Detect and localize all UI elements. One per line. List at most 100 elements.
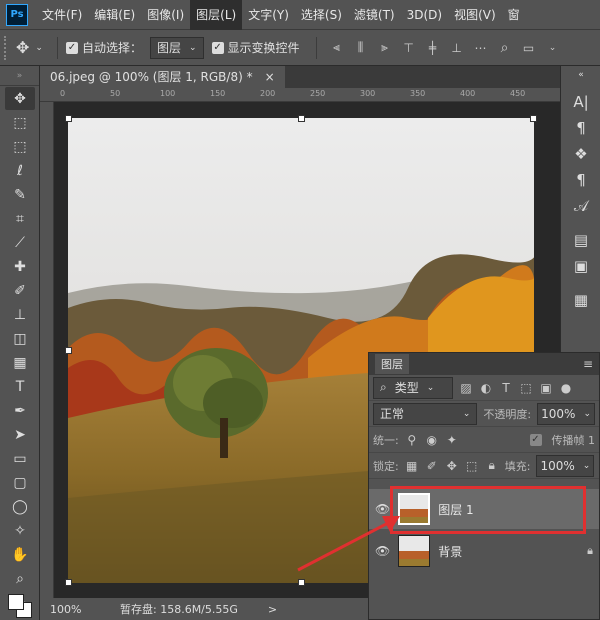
horizontal-ruler[interactable]: 0 50 100 150 200 250 300 350 400 450: [40, 88, 560, 102]
blend-mode-dropdown[interactable]: 正常 ⌄: [373, 402, 478, 425]
menu-edit[interactable]: 编辑(E): [88, 0, 141, 30]
foreground-color-swatch[interactable]: [8, 594, 24, 610]
align-center-icon[interactable]: ⫼: [354, 40, 368, 55]
layers-tab[interactable]: 图层: [375, 354, 409, 374]
propagate-label: 传播帧 1: [551, 433, 596, 447]
panel-menu-icon[interactable]: ≡: [583, 357, 593, 371]
swatches-panel-icon[interactable]: ❖: [566, 142, 596, 166]
zoom-level[interactable]: 100%: [50, 603, 100, 616]
filter-toggle-icon[interactable]: ●: [559, 381, 573, 395]
auto-select-value: 图层: [156, 41, 181, 55]
status-menu-arrow[interactable]: >: [268, 603, 277, 616]
layer-name[interactable]: 背景: [438, 543, 462, 560]
opacity-field[interactable]: 100% ⌄: [537, 402, 595, 425]
menu-select[interactable]: 选择(S): [295, 0, 348, 30]
close-icon[interactable]: ×: [265, 66, 275, 88]
chevron-down-icon[interactable]: ⌄: [35, 43, 43, 53]
unify-style-icon[interactable]: ✦: [445, 433, 459, 447]
gradient-tool-icon[interactable]: ▦: [5, 351, 35, 374]
lasso-tool-icon[interactable]: ℓ: [5, 159, 35, 182]
artboard-tool-icon[interactable]: ⬚: [5, 111, 35, 134]
filter-adjust-icon[interactable]: ◐: [479, 381, 493, 395]
align-right-icon[interactable]: ⫸: [378, 40, 392, 55]
chevron-down-icon[interactable]: ⌄: [546, 41, 560, 55]
zoom-tool-icon[interactable]: ⌕: [5, 567, 35, 590]
auto-select-dropdown[interactable]: 图层 ⌄: [149, 36, 204, 59]
path-select-tool-icon[interactable]: ➤: [5, 423, 35, 446]
menu-image[interactable]: 图像(I): [141, 0, 190, 30]
menu-3d[interactable]: 3D(D): [401, 0, 448, 30]
more-align-icon[interactable]: ⋯: [474, 41, 488, 55]
lock-icon[interactable]: 🔒︎: [587, 544, 593, 558]
transform-handle-left[interactable]: [65, 347, 72, 354]
highlight-box: [390, 486, 586, 534]
stamp-tool-icon[interactable]: ⊥: [5, 303, 35, 326]
character-panel-icon[interactable]: A|: [566, 90, 596, 114]
transform-handle-top-left[interactable]: [65, 115, 72, 122]
auto-select-checkbox[interactable]: ✓: [65, 41, 78, 54]
pen-tool-icon[interactable]: ✒: [5, 399, 35, 422]
unify-visibility-icon[interactable]: ◉: [425, 433, 439, 447]
transform-handle-bottom[interactable]: [298, 579, 305, 586]
healing-brush-tool-icon[interactable]: ✚: [5, 255, 35, 278]
filter-pixel-icon[interactable]: ▨: [459, 381, 473, 395]
filter-shape-icon[interactable]: ⬚: [519, 381, 533, 395]
crop-tool-icon[interactable]: ⌗: [5, 207, 35, 230]
align-middle-icon[interactable]: ╪: [426, 41, 440, 55]
marquee-tool-icon[interactable]: ⬚: [5, 135, 35, 158]
move-tool-icon[interactable]: ✥: [16, 38, 29, 57]
lock-all-icon[interactable]: 🔒︎: [485, 458, 499, 473]
vertical-ruler[interactable]: [40, 102, 54, 598]
paragraph-styles-icon[interactable]: ¶: [566, 168, 596, 192]
align-bottom-icon[interactable]: ⊥: [450, 41, 464, 55]
annotation-arrow: [297, 516, 400, 572]
show-transform-checkbox[interactable]: ✓: [211, 41, 224, 54]
dock-collapse-icon[interactable]: «: [566, 68, 596, 82]
align-left-icon[interactable]: ⫷: [330, 40, 344, 55]
tools-panel: » ✥ ⬚ ⬚ ℓ ✎ ⌗ ⟋ ✚ ✐ ⊥ ◫ ▦ T ✒ ➤ ▭ ▢ ◯ ✧ …: [0, 66, 40, 620]
unify-position-icon[interactable]: ⚲: [405, 433, 419, 447]
scratch-disk-info: 暂存盘: 158.6M/5.55G: [120, 603, 238, 616]
hand-tool-icon[interactable]: ✋: [5, 543, 35, 566]
move-tool-icon[interactable]: ✥: [5, 87, 35, 110]
custom-shape-tool-icon[interactable]: ✧: [5, 519, 35, 542]
lock-artboard-icon[interactable]: ⬚: [465, 459, 479, 473]
menu-filter[interactable]: 滤镜(T): [348, 0, 401, 30]
search-icon[interactable]: ⌕: [498, 40, 512, 56]
menu-file[interactable]: 文件(F): [36, 0, 88, 30]
type-tool-icon[interactable]: T: [5, 375, 35, 398]
transform-handle-top-right[interactable]: [530, 115, 537, 122]
lock-position-icon[interactable]: ✥: [445, 459, 459, 473]
menu-layer[interactable]: 图层(L): [190, 0, 243, 30]
menu-window[interactable]: 窗: [502, 0, 526, 30]
ellipse-tool-icon[interactable]: ◯: [5, 495, 35, 518]
brush-tool-icon[interactable]: ✐: [5, 279, 35, 302]
fill-field[interactable]: 100% ⌄: [536, 454, 595, 477]
lock-pixels-icon[interactable]: ✐: [425, 459, 439, 473]
paragraph-panel-icon[interactable]: ¶: [566, 116, 596, 140]
filter-smart-icon[interactable]: ▣: [539, 381, 553, 395]
propagate-checkbox[interactable]: ✓: [529, 433, 542, 446]
menu-type[interactable]: 文字(Y): [242, 0, 295, 30]
properties-panel-icon[interactable]: ▣: [566, 254, 596, 278]
grid-panel-icon[interactable]: ▦: [566, 288, 596, 312]
rectangle-tool-icon[interactable]: ▭: [5, 447, 35, 470]
toolbar-collapse-icon[interactable]: »: [0, 66, 39, 86]
libraries-panel-icon[interactable]: ▤: [566, 228, 596, 252]
quick-select-tool-icon[interactable]: ✎: [5, 183, 35, 206]
ruler-tick: 50: [110, 89, 121, 98]
workspace-icon[interactable]: ▭: [522, 41, 536, 55]
filter-kind-dropdown[interactable]: ⌕ 类型 ⌄: [373, 376, 453, 399]
filter-type-icon[interactable]: T: [499, 381, 513, 395]
eyedropper-tool-icon[interactable]: ⟋: [5, 231, 35, 254]
transform-handle-bottom-left[interactable]: [65, 579, 72, 586]
options-grip[interactable]: [4, 35, 10, 60]
document-tab[interactable]: 06.jpeg @ 100% (图层 1, RGB/8) * ×: [40, 66, 285, 88]
align-top-icon[interactable]: ⊤: [402, 41, 416, 55]
eraser-tool-icon[interactable]: ◫: [5, 327, 35, 350]
lock-transparent-icon[interactable]: ▦: [405, 459, 419, 473]
menu-view[interactable]: 视图(V): [448, 0, 502, 30]
transform-handle-top[interactable]: [298, 115, 305, 122]
rounded-rect-tool-icon[interactable]: ▢: [5, 471, 35, 494]
glyphs-panel-icon[interactable]: 𝒜: [566, 194, 596, 218]
